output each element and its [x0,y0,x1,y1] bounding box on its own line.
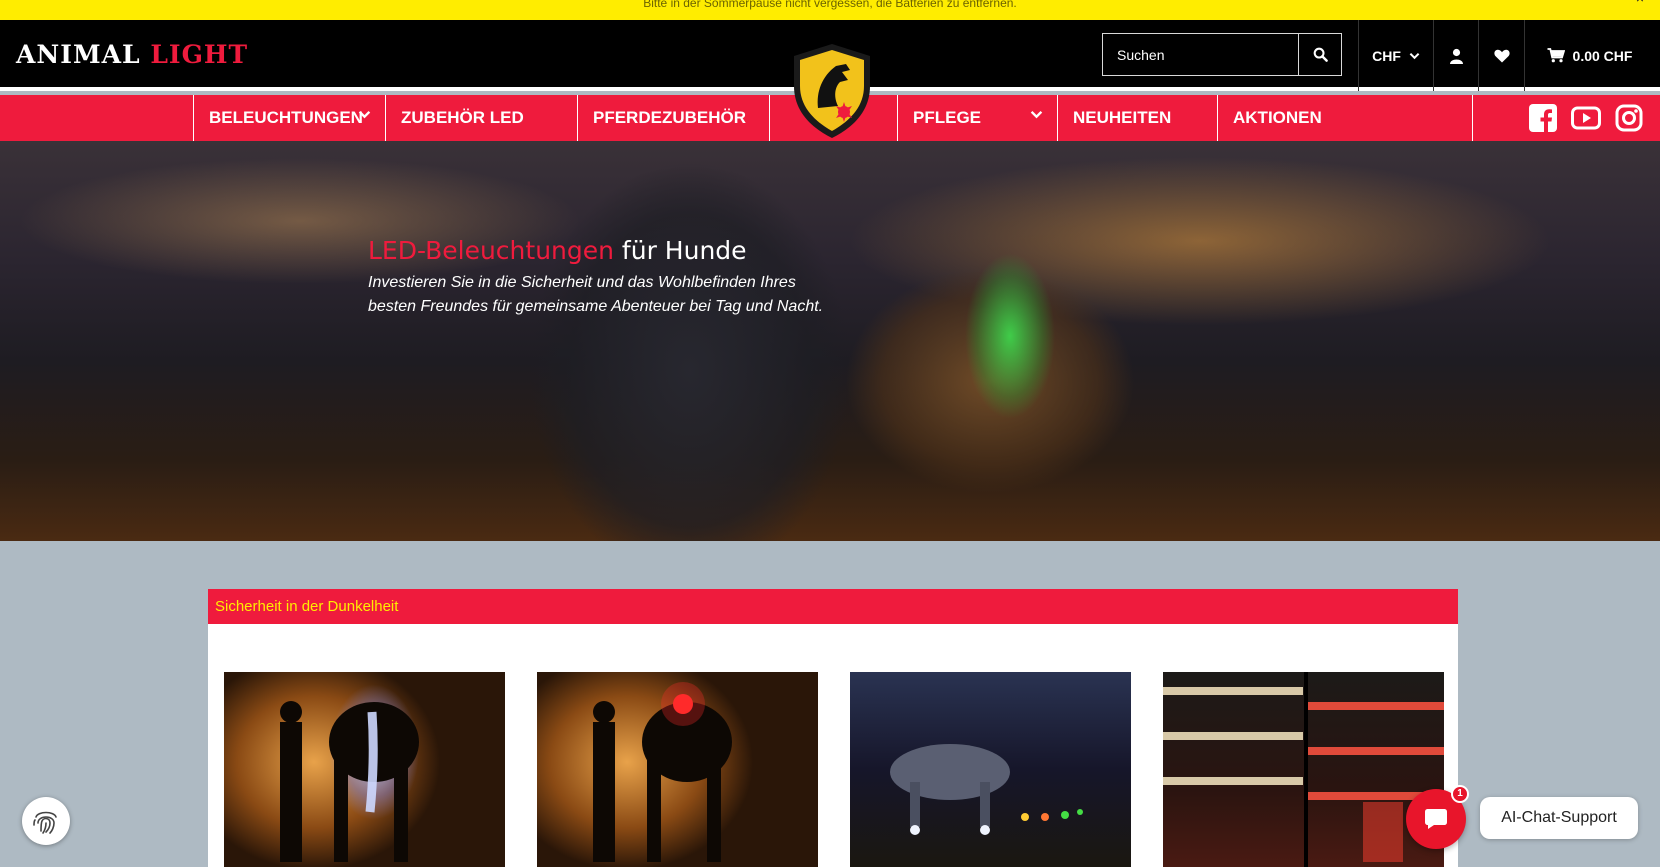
search-input[interactable] [1103,34,1298,75]
currency-selector[interactable]: CHF [1358,20,1433,91]
nav-item-label: PFLEGE [913,108,982,127]
cart-button[interactable]: 0.00 CHF [1524,20,1654,91]
chat-notification-badge: 1 [1451,785,1469,803]
logo-light: LIGHT [150,40,249,69]
product-image [593,682,732,862]
facebook-icon[interactable] [1529,104,1557,132]
search-button[interactable] [1298,34,1341,75]
product-image [280,701,419,862]
nav-item-label: AKTIONEN [1233,108,1322,127]
chat-support-label[interactable]: AI-Chat-Support [1480,797,1638,839]
hero-banner[interactable]: LED-Beleuchtungen für Hunde Investieren … [0,141,1660,541]
nav-item-aktionen[interactable]: AKTIONEN [1217,95,1472,141]
brand-shield-logo[interactable] [790,42,874,140]
product-image [1163,672,1444,867]
user-icon [1449,48,1463,64]
youtube-icon[interactable] [1571,105,1601,131]
cart-icon [1547,48,1565,63]
privacy-settings-button[interactable] [22,797,70,845]
account-button[interactable] [1433,20,1478,91]
product-card[interactable] [537,672,818,867]
product-image [890,744,1083,835]
heart-icon [1493,49,1510,62]
logo-animal: ANIMAL [16,40,141,69]
chevron-down-icon [1409,52,1420,59]
currency-label: CHF [1372,47,1401,64]
hero-subtitle-line: besten Freundes für gemeinsame Abenteuer… [368,298,824,315]
product-card[interactable] [224,672,505,867]
section-title: Sicherheit in der Dunkelheit [208,589,1458,624]
product-card[interactable] [850,672,1131,867]
chevron-down-icon [1030,110,1043,119]
nav-item-label: ZUBEHÖR LED [401,108,524,127]
announcement-text: Bitte in der Sommerpause nicht vergessen… [643,0,1017,10]
nav-item-pferdezubehoer[interactable]: PFERDEZUBEHÖR [577,95,769,141]
nav-item-label: NEUHEITEN [1073,108,1172,127]
close-announcement-button[interactable]: × [1636,0,1644,5]
chevron-down-icon [358,110,371,119]
fingerprint-icon [33,811,57,834]
product-card[interactable] [1163,672,1444,867]
instagram-icon[interactable] [1615,104,1643,132]
nav-item-zubehoer-led[interactable]: ZUBEHÖR LED [385,95,577,141]
hero-title-highlight: LED-Beleuchtungen [368,236,614,265]
hero-subtitle-line: Investieren Sie in die Sicherheit und da… [368,274,796,291]
nav-item-neuheiten[interactable]: NEUHEITEN [1057,95,1217,141]
cart-total: 0.00 CHF [1572,47,1633,64]
nav-item-label: PFERDEZUBEHÖR [593,108,747,127]
search-box [1102,33,1342,76]
hero-title: LED-Beleuchtungen für Hunde [368,236,888,265]
search-icon [1313,47,1328,62]
wishlist-button[interactable] [1478,20,1524,91]
announcement-bar: Bitte in der Sommerpause nicht vergessen… [0,0,1660,20]
nav-item-label: BELEUCHTUNGEN [209,108,363,127]
social-links [1472,95,1660,141]
site-logo[interactable]: ANIMAL LIGHT [16,40,248,69]
nav-item-pflege[interactable]: PFLEGE [897,95,1057,141]
hero-text-block: LED-Beleuchtungen für Hunde Investieren … [368,236,888,319]
nav-item-beleuchtungen[interactable]: BELEUCHTUNGEN [193,95,385,141]
hero-subtitle: Investieren Sie in die Sicherheit und da… [368,271,888,319]
chat-bubble-icon [1425,809,1447,829]
hero-title-rest: für Hunde [613,236,747,265]
